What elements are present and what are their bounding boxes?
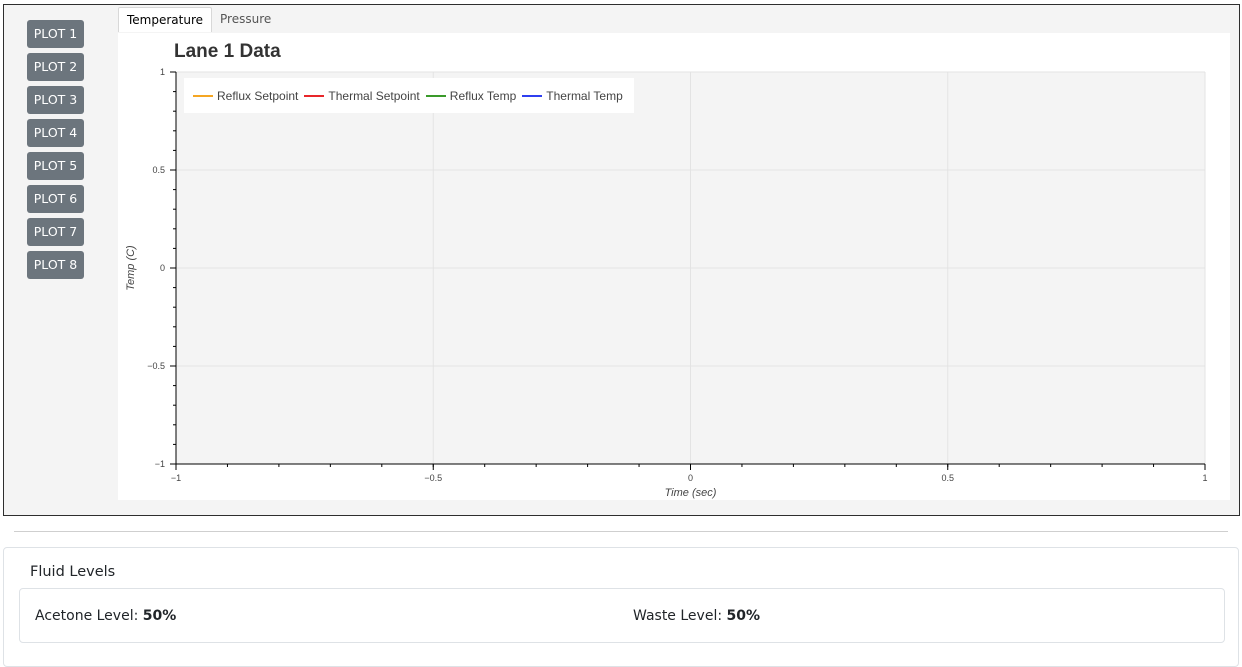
chart-tabs: Temperature Pressure xyxy=(118,7,279,34)
plot-panel: PLOT 1 PLOT 2 PLOT 3 PLOT 4 PLOT 5 PLOT … xyxy=(3,4,1240,516)
legend-swatch xyxy=(304,94,325,97)
waste-level-label: Waste Level: xyxy=(633,608,723,624)
waste-level-value: 50% xyxy=(726,608,761,624)
plot-button-group: PLOT 1 PLOT 2 PLOT 3 PLOT 4 PLOT 5 PLOT … xyxy=(27,20,85,284)
x-tick-label: −1 xyxy=(171,473,181,483)
x-tick-label: 0 xyxy=(688,473,693,483)
y-axis-label: Temp (C) xyxy=(125,245,137,291)
legend-swatch xyxy=(193,94,213,97)
legend-label: Thermal Temp xyxy=(546,88,623,103)
y-tick-label: 0.5 xyxy=(152,165,165,175)
legend-label: Thermal Setpoint xyxy=(328,88,420,103)
plot-6-button[interactable]: PLOT 6 xyxy=(27,185,84,213)
x-tick-label: 1 xyxy=(1202,473,1207,483)
x-tick-label: −0.5 xyxy=(424,473,442,483)
legend-item[interactable]: Reflux Temp xyxy=(425,88,517,103)
x-tick-label: 0.5 xyxy=(941,473,954,483)
legend-label: Reflux Temp xyxy=(449,88,517,103)
legend-item[interactable]: Reflux Setpoint xyxy=(193,89,298,103)
legend-swatch xyxy=(425,94,446,97)
y-tick-label: −1 xyxy=(155,459,165,469)
waste-level: Waste Level: 50% xyxy=(633,608,760,624)
section-divider xyxy=(14,531,1228,532)
plot-7-button[interactable]: PLOT 7 xyxy=(27,218,84,246)
fluid-levels-title: Fluid Levels xyxy=(30,564,116,580)
legend-item[interactable]: Thermal Setpoint xyxy=(304,88,420,103)
acetone-level: Acetone Level: 50% xyxy=(35,608,176,624)
acetone-level-value: 50% xyxy=(142,608,177,624)
plot-5-button[interactable]: PLOT 5 xyxy=(27,152,84,180)
tab-pressure[interactable]: Pressure xyxy=(212,7,279,32)
chart-legend[interactable]: Reflux Setpoint Thermal Setpoint Reflux Te… xyxy=(184,78,634,113)
tab-temperature[interactable]: Temperature xyxy=(118,7,213,32)
y-tick-label: 1 xyxy=(160,67,165,77)
acetone-level-label: Acetone Level: xyxy=(35,608,139,624)
plot-2-button[interactable]: PLOT 2 xyxy=(27,53,84,81)
plot-1-button[interactable]: PLOT 1 xyxy=(27,20,84,48)
plot-3-button[interactable]: PLOT 3 xyxy=(27,86,84,114)
chart-container: −1 −0.5 0 0.5 1 −1 −0.5 0 0.5 1 Time (sec) Temp (C)… xyxy=(118,33,1230,500)
fluid-levels-panel: Acetone Level: 50% Waste Level: 50% xyxy=(19,588,1225,643)
y-tick-label: −0.5 xyxy=(147,361,165,371)
legend-swatch xyxy=(522,94,543,97)
fluid-levels-card: Fluid Levels Acetone Level: 50% Waste Le… xyxy=(3,547,1239,667)
legend-item[interactable]: Thermal Temp xyxy=(522,88,623,103)
y-tick-label: 0 xyxy=(160,263,165,273)
plot-4-button[interactable]: PLOT 4 xyxy=(27,119,84,147)
plot-8-button[interactable]: PLOT 8 xyxy=(27,251,84,279)
legend-label: Reflux Setpoint xyxy=(217,88,299,103)
chart-title: Lane 1 Data xyxy=(174,41,281,62)
x-axis-label: Time (sec) xyxy=(665,487,717,499)
